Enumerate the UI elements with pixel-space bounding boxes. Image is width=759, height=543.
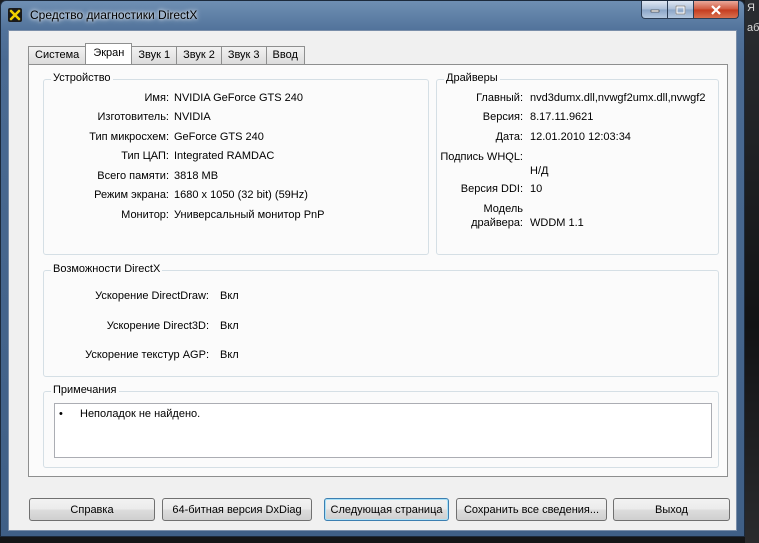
- minimize-button[interactable]: [641, 1, 668, 19]
- driver-model-value: WDDM 1.1: [530, 217, 584, 229]
- dialog-client-area: Система Экран Звук 1 Звук 2 Звук 3 Ввод …: [8, 30, 737, 531]
- agp-texture-acceleration-value: Вкл: [220, 349, 239, 361]
- close-icon: [711, 4, 721, 15]
- manufacturer-value: NVIDIA: [174, 111, 211, 123]
- driver-date-label: Дата:: [495, 131, 523, 143]
- display-tab-panel: Устройство Имя: NVIDIA GeForce GTS 240 И…: [28, 64, 728, 477]
- directdraw-acceleration-label: Ускорение DirectDraw:: [95, 290, 209, 302]
- notes-group-title: Примечания: [51, 384, 119, 396]
- ddi-version-value: 10: [530, 183, 543, 195]
- notes-text: Неполадок не найдено.: [80, 408, 201, 420]
- save-all-info-button[interactable]: Сохранить все сведения...: [456, 498, 607, 521]
- directx-features-group: Возможности DirectX Ускорение DirectDraw…: [43, 263, 719, 377]
- maximize-button[interactable]: [668, 1, 694, 19]
- maximize-icon: [675, 5, 686, 14]
- driver-version-value: 8.17.11.9621: [530, 111, 594, 123]
- tab-sound-3[interactable]: Звук 3: [220, 46, 267, 64]
- exit-button[interactable]: Выход: [613, 498, 730, 521]
- driver-date-value: 12.01.2010 12:03:34: [530, 131, 631, 143]
- desktop-background: Я аб: [745, 0, 759, 543]
- driver-model-label-line-1: Модель: [483, 203, 523, 215]
- title-bar[interactable]: Средство диагностики DirectX: [1, 1, 744, 29]
- main-driver-label: Главный:: [476, 92, 523, 104]
- desktop-strip: [0, 537, 745, 543]
- tab-input[interactable]: Ввод: [265, 46, 305, 64]
- dac-type-label: Тип ЦАП:: [121, 150, 169, 162]
- manufacturer-label: Изготовитель:: [97, 111, 170, 123]
- chip-type-label: Тип микросхем:: [89, 131, 169, 143]
- device-group: Устройство Имя: NVIDIA GeForce GTS 240 И…: [43, 72, 429, 255]
- device-group-title: Устройство: [51, 72, 113, 84]
- background-window-text: Я: [747, 2, 755, 14]
- directx-icon: [8, 8, 22, 22]
- tab-strip: Система Экран Звук 1 Звук 2 Звук 3 Ввод: [28, 43, 305, 64]
- total-memory-label: Всего памяти:: [97, 170, 169, 182]
- monitor-value: Универсальный монитор PnP: [174, 209, 325, 221]
- directx-features-title: Возможности DirectX: [51, 263, 163, 275]
- whql-signature-value: Н/Д: [530, 165, 549, 177]
- main-driver-value: nvd3dumx.dll,nvwgf2umx.dll,nvwgf2: [530, 92, 706, 104]
- tab-sound-1[interactable]: Звук 1: [131, 46, 178, 64]
- display-mode-value: 1680 x 1050 (32 bit) (59Hz): [174, 189, 308, 201]
- tab-sound-2[interactable]: Звук 2: [176, 46, 222, 64]
- ddi-version-label: Версия DDI:: [460, 183, 523, 195]
- agp-texture-acceleration-label: Ускорение текстур AGP:: [85, 349, 209, 361]
- tab-system[interactable]: Система: [28, 46, 87, 64]
- close-button[interactable]: [694, 1, 739, 19]
- device-name-label: Имя:: [144, 92, 169, 104]
- notes-textbox[interactable]: • Неполадок не найдено.: [54, 403, 712, 458]
- background-window-text: аб: [747, 22, 759, 34]
- help-button[interactable]: Справка: [29, 498, 155, 521]
- directdraw-acceleration-value: Вкл: [220, 290, 239, 302]
- direct3d-acceleration-value: Вкл: [220, 320, 239, 332]
- drivers-group-title: Драйверы: [444, 72, 500, 84]
- notes-bullet: •: [59, 408, 63, 420]
- window-title: Средство диагностики DirectX: [30, 8, 198, 22]
- total-memory-value: 3818 MB: [174, 170, 219, 182]
- chip-type-value: GeForce GTS 240: [174, 131, 264, 143]
- device-name-value: NVIDIA GeForce GTS 240: [174, 92, 303, 104]
- dac-type-value: Integrated RAMDAC: [174, 150, 275, 162]
- dxdiag-window: Средство диагностики DirectX Система Экр…: [0, 0, 745, 537]
- direct3d-acceleration-label: Ускорение Direct3D:: [106, 320, 209, 332]
- next-page-button[interactable]: Следующая страница: [324, 498, 449, 521]
- driver-version-label: Версия:: [482, 111, 523, 123]
- 64bit-dxdiag-button[interactable]: 64-битная версия DxDiag: [162, 498, 312, 521]
- drivers-group: Драйверы Главный: nvd3dumx.dll,nvwgf2umx…: [436, 72, 719, 255]
- minimize-icon: [650, 9, 659, 12]
- caption-buttons: [641, 1, 739, 20]
- tab-display[interactable]: Экран: [85, 43, 133, 64]
- display-mode-label: Режим экрана:: [94, 189, 169, 201]
- monitor-label: Монитор:: [121, 209, 169, 221]
- whql-signature-label: Подпись WHQL:: [440, 151, 523, 163]
- driver-model-label-line-2: драйвера:: [471, 217, 523, 229]
- notes-group: Примечания • Неполадок не найдено.: [43, 384, 719, 468]
